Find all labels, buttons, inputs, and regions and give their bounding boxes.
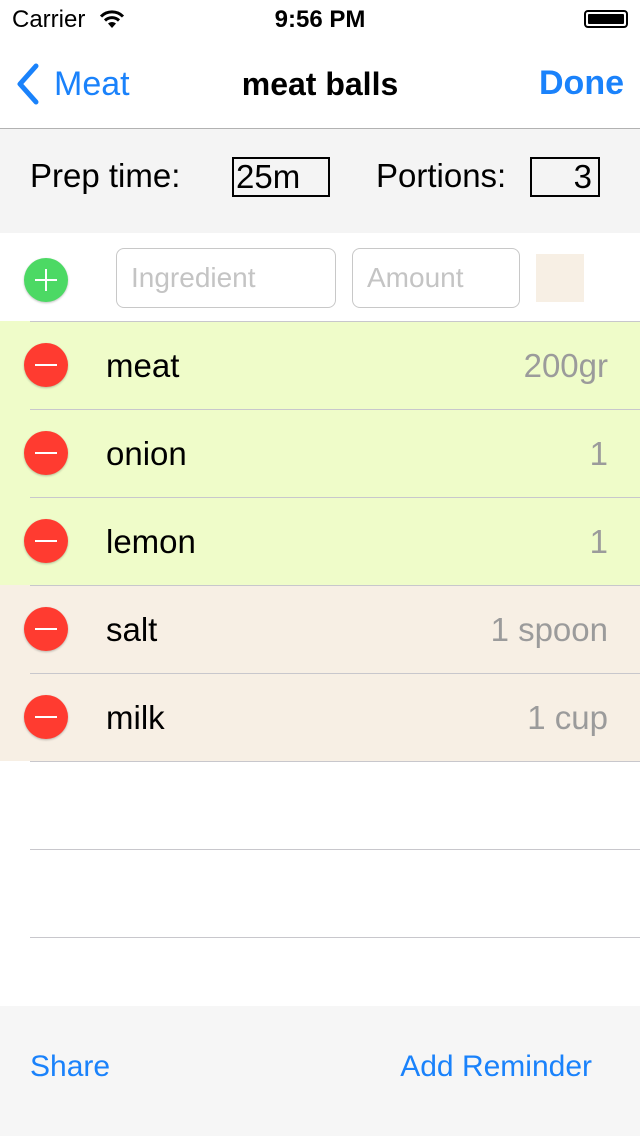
add-ingredient-row (0, 234, 640, 322)
prep-time-label: Prep time: (30, 157, 181, 194)
list-item[interactable]: lemon 1 (0, 497, 640, 585)
delete-ingredient-button[interactable] (24, 343, 68, 387)
delete-ingredient-button[interactable] (24, 695, 68, 739)
list-item[interactable]: milk 1 cup (0, 673, 640, 761)
minus-icon (35, 716, 57, 718)
portions-label: Portions: (376, 157, 507, 194)
delete-ingredient-button[interactable] (24, 431, 68, 475)
minus-icon (35, 540, 57, 542)
category-color-swatch[interactable] (536, 254, 584, 302)
list-item[interactable]: onion 1 (0, 409, 640, 497)
empty-row (0, 761, 640, 849)
minus-icon (35, 628, 57, 630)
add-reminder-button[interactable]: Add Reminder (400, 1050, 592, 1084)
ingredient-amount: 200gr (523, 347, 608, 384)
ingredient-name: meat (106, 347, 180, 384)
ingredient-amount: 1 (589, 523, 608, 560)
delete-ingredient-button[interactable] (24, 519, 68, 563)
status-bar: Carrier 9:56 PM (0, 0, 640, 40)
navigation-bar: Meat meat balls Done (0, 40, 640, 129)
ingredient-list: meat 200gr onion 1 lemon 1 salt 1 spoon … (0, 321, 640, 1025)
ingredient-input[interactable] (116, 248, 336, 308)
list-item[interactable]: meat 200gr (0, 321, 640, 409)
ingredient-amount: 1 cup (527, 699, 608, 736)
ingredient-name: lemon (106, 523, 196, 560)
delete-ingredient-button[interactable] (24, 607, 68, 651)
prep-section: Prep time: 25m Portions: 3 (0, 129, 640, 233)
add-ingredient-button[interactable] (24, 258, 68, 302)
ingredient-amount: 1 (589, 435, 608, 472)
portions-field[interactable]: 3 (530, 157, 600, 197)
minus-icon (35, 364, 57, 366)
status-time: 9:56 PM (274, 6, 366, 33)
battery-icon (584, 10, 628, 28)
ingredient-name: milk (106, 699, 165, 736)
bottom-toolbar: Share Add Reminder (0, 1006, 640, 1136)
done-button[interactable]: Done (539, 64, 624, 103)
empty-row (0, 849, 640, 937)
share-button[interactable]: Share (30, 1050, 110, 1084)
list-item[interactable]: salt 1 spoon (0, 585, 640, 673)
amount-input[interactable] (352, 248, 520, 308)
minus-icon (35, 452, 57, 454)
prep-time-field[interactable]: 25m (232, 157, 330, 197)
ingredient-name: salt (106, 611, 158, 648)
ingredient-amount: 1 spoon (490, 611, 608, 648)
ingredient-name: onion (106, 435, 187, 472)
